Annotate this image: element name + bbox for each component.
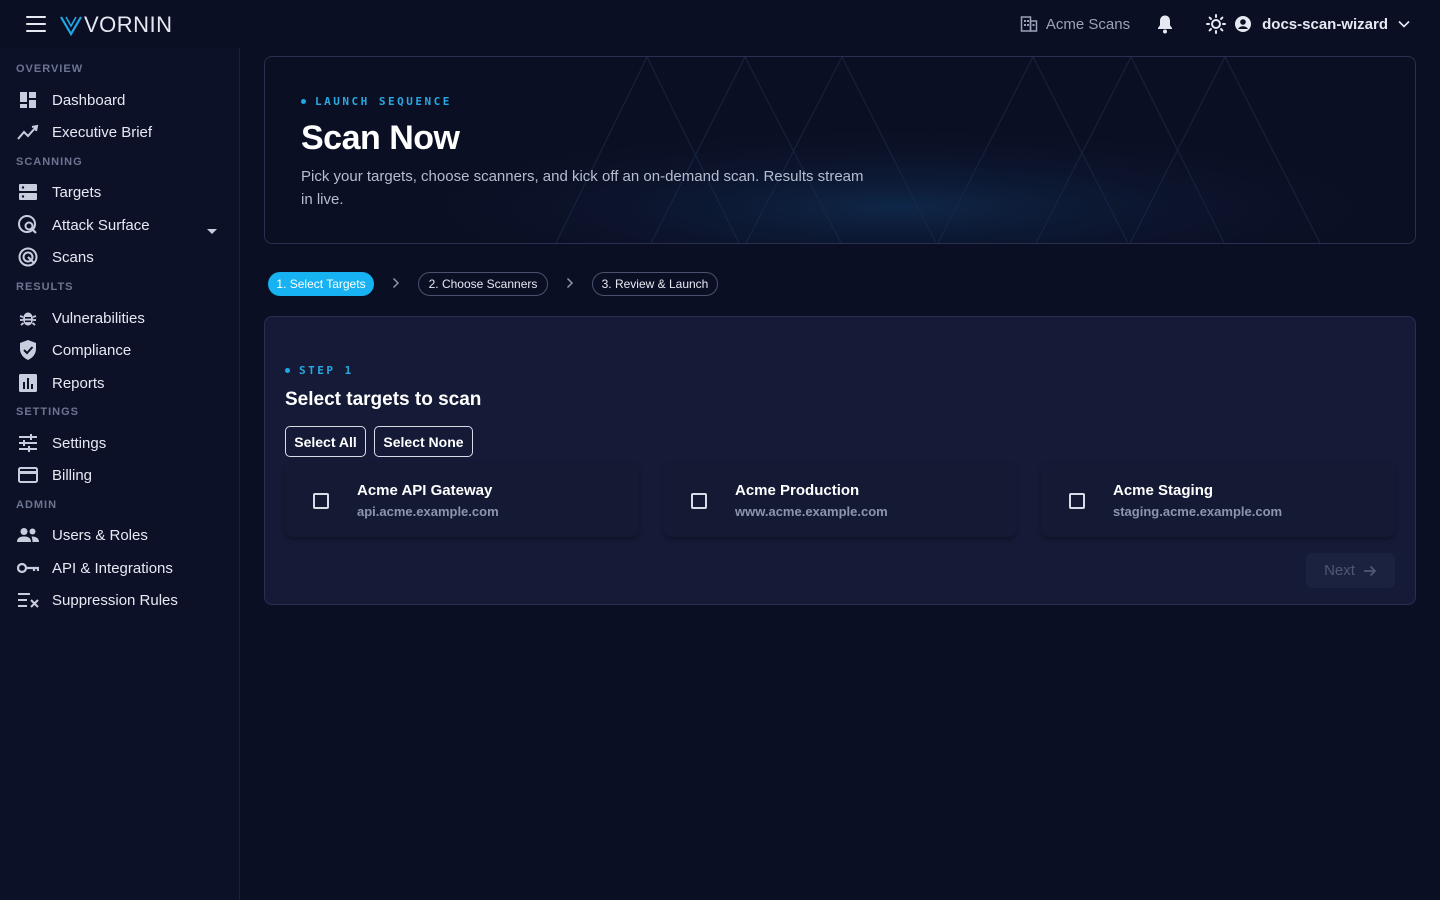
target-name: Acme API Gateway (357, 482, 493, 499)
trend-icon (17, 121, 39, 143)
radar-icon (17, 246, 39, 268)
credit-card-icon (17, 464, 39, 486)
sidebar-item-suppression-rules[interactable]: Suppression Rules (0, 584, 239, 616)
step-title: Select targets to scan (285, 389, 482, 410)
top-bar: VORNIN Acme Scans docs-scan-wizard (0, 0, 1440, 48)
target-name: Acme Production (735, 482, 860, 499)
sidebar-section-overview: OVERVIEW (16, 63, 84, 75)
dashboard-icon (17, 89, 39, 111)
target-checkbox[interactable] (1069, 493, 1085, 509)
target-checkbox[interactable] (313, 493, 329, 509)
sidebar-item-billing[interactable]: Billing (0, 459, 239, 491)
target-card[interactable]: Acme Staging staging.acme.example.com (1041, 463, 1395, 537)
sidebar-item-dashboard[interactable]: Dashboard (0, 84, 239, 116)
sidebar-item-label: Attack Surface (52, 216, 150, 234)
caret-down-icon[interactable] (207, 222, 217, 240)
hero-eyebrow: LAUNCH SEQUENCE (301, 95, 452, 108)
radar-search-icon (17, 214, 39, 236)
chevron-right-icon (392, 277, 400, 289)
sidebar-item-executive-brief[interactable]: Executive Brief (0, 116, 239, 148)
chevron-down-icon (1398, 20, 1410, 28)
sidebar-item-label: Dashboard (52, 91, 126, 109)
building-icon (1020, 16, 1038, 32)
shield-check-icon (17, 339, 39, 361)
sidebar-item-vulnerabilities[interactable]: Vulnerabilities (0, 302, 239, 334)
eyebrow-dot-icon (301, 99, 306, 104)
sidebar-item-label: Settings (52, 434, 107, 452)
chevron-right-icon (566, 277, 574, 289)
logo[interactable]: VORNIN (60, 12, 173, 38)
target-name: Acme Staging (1113, 482, 1214, 499)
org-name: Acme Scans (1045, 15, 1131, 33)
bar-chart-icon (17, 372, 39, 394)
sidebar-item-reports[interactable]: Reports (0, 367, 239, 399)
next-button-label: Next (1324, 562, 1355, 579)
sidebar-item-users-roles[interactable]: Users & Roles (0, 519, 239, 551)
target-checkbox[interactable] (691, 493, 707, 509)
username: docs-scan-wizard (1262, 15, 1388, 33)
page-title: Scan Now (301, 119, 460, 157)
sliders-icon (17, 432, 39, 454)
theme-toggle-sun-icon[interactable] (1206, 14, 1227, 34)
sidebar-item-compliance[interactable]: Compliance (0, 334, 239, 366)
sidebar-section-scanning: SCANNING (16, 156, 83, 168)
sidebar: OVERVIEW Dashboard Executive Brief SCANN… (0, 48, 240, 900)
list-x-icon (17, 589, 39, 611)
sidebar-item-label: Users & Roles (52, 526, 148, 544)
arrow-right-icon (1363, 565, 1377, 576)
eyebrow-dot-icon (285, 368, 290, 373)
user-menu[interactable]: docs-scan-wizard (1234, 15, 1410, 33)
sidebar-item-label: Suppression Rules (52, 591, 178, 609)
select-all-button[interactable]: Select All (285, 426, 366, 457)
sidebar-section-results: RESULTS (16, 281, 74, 293)
server-icon (17, 181, 39, 203)
step-eyebrow-text: STEP 1 (299, 364, 354, 377)
step-card: STEP 1 Select targets to scan Select All… (264, 316, 1416, 605)
sidebar-item-settings[interactable]: Settings (0, 427, 239, 459)
sidebar-item-api-integrations[interactable]: API & Integrations (0, 552, 239, 584)
sidebar-item-label: API & Integrations (52, 559, 173, 577)
sidebar-item-attack-surface[interactable]: Attack Surface (0, 209, 239, 241)
step-choose-scanners[interactable]: 2. Choose Scanners (418, 272, 548, 296)
logo-text: VORNIN (84, 12, 173, 37)
page-description: Pick your targets, choose scanners, and … (301, 168, 864, 208)
sidebar-section-settings: SETTINGS (16, 406, 80, 418)
logo-mark-icon (60, 16, 82, 36)
step-review-launch[interactable]: 3. Review & Launch (592, 272, 718, 296)
sidebar-item-label: Billing (52, 466, 93, 484)
target-card[interactable]: Acme API Gateway api.acme.example.com (285, 463, 639, 537)
sidebar-item-label: Vulnerabilities (52, 309, 145, 327)
bug-icon (17, 307, 39, 329)
sidebar-section-admin: ADMIN (16, 499, 58, 511)
users-icon (17, 524, 39, 546)
hero-eyebrow-text: LAUNCH SEQUENCE (315, 95, 452, 108)
target-card[interactable]: Acme Production www.acme.example.com (663, 463, 1017, 537)
select-none-button[interactable]: Select None (374, 426, 473, 457)
step-eyebrow: STEP 1 (285, 364, 354, 377)
org-switcher[interactable]: Acme Scans (1020, 15, 1130, 33)
notifications-bell-icon[interactable] (1156, 14, 1174, 34)
account-circle-icon (1234, 15, 1252, 33)
sidebar-item-targets[interactable]: Targets (0, 176, 239, 208)
target-host: www.acme.example.com (735, 504, 888, 519)
sidebar-item-label: Targets (52, 183, 102, 201)
sidebar-item-label: Reports (52, 374, 105, 392)
sidebar-item-scans[interactable]: Scans (0, 241, 239, 273)
next-button[interactable]: Next (1306, 553, 1395, 588)
sidebar-item-label: Executive Brief (52, 123, 153, 141)
menu-icon[interactable] (26, 16, 46, 32)
target-host: api.acme.example.com (357, 504, 499, 519)
target-host: staging.acme.example.com (1113, 504, 1283, 519)
sidebar-item-label: Scans (52, 248, 94, 266)
key-icon (17, 557, 39, 579)
step-select-targets[interactable]: 1. Select Targets (268, 272, 374, 296)
sidebar-item-label: Compliance (52, 341, 132, 359)
hero-banner: LAUNCH SEQUENCE Scan Now Pick your targe… (264, 56, 1416, 244)
